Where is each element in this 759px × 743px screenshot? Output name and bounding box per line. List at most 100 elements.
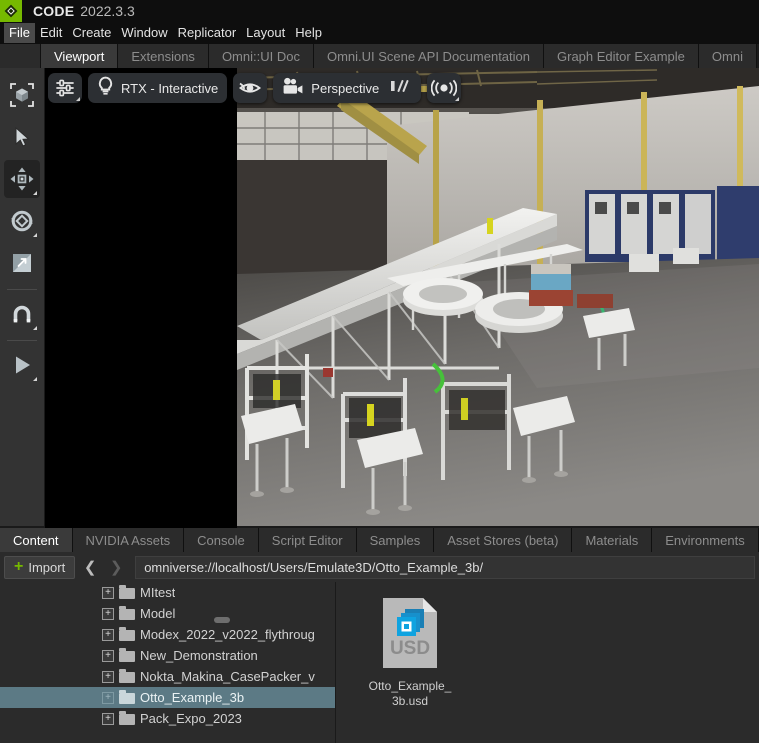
tab-omni-ui-scene-api-documentation[interactable]: Omni.UI Scene API Documentation bbox=[313, 44, 544, 68]
top-tabs-container: Viewport Extensions Omni::UI Doc Omni.UI Sc… bbox=[41, 44, 757, 68]
tree-row[interactable]: + MItest bbox=[0, 582, 335, 603]
usd-file-icon: USD bbox=[379, 596, 441, 670]
tree-row[interactable]: + Model bbox=[0, 603, 335, 624]
path-input[interactable]: omniverse://localhost/Users/Emulate3D/Ot… bbox=[135, 555, 755, 579]
viewport-tool-rail bbox=[0, 68, 45, 528]
tree-item-label: Pack_Expo_2023 bbox=[140, 711, 242, 726]
tab-omni-ui-doc[interactable]: Omni::UI Doc bbox=[208, 44, 314, 68]
menu-item-create[interactable]: Create bbox=[67, 23, 116, 43]
tab-extensions[interactable]: Extensions bbox=[118, 44, 209, 68]
tree-row[interactable]: + Modex_2022_v2022_flythroug bbox=[0, 624, 335, 645]
content-path-bar: + Import ❮ ❯ omniverse://localhost/Users… bbox=[0, 552, 759, 582]
menu-item-layout[interactable]: Layout bbox=[241, 23, 290, 43]
settings-menu-notch bbox=[76, 97, 80, 101]
viewport-3d[interactable]: RTX - Interactive Perspective bbox=[45, 68, 759, 528]
bottom-tab-samples[interactable]: Samples bbox=[356, 528, 435, 552]
rotate-icon-button[interactable] bbox=[4, 202, 40, 240]
folder-icon bbox=[119, 690, 135, 704]
expand-plus-icon[interactable]: + bbox=[102, 607, 114, 620]
folder-icon bbox=[119, 711, 135, 725]
tree-row[interactable]: + Otto_Example_3b bbox=[0, 687, 335, 708]
svg-text:USD: USD bbox=[390, 638, 430, 659]
tab-graph-editor-example[interactable]: Graph Editor Example bbox=[544, 44, 699, 68]
expand-plus-icon[interactable]: + bbox=[102, 670, 114, 683]
camera-selector[interactable]: Perspective bbox=[273, 73, 422, 103]
nav-back-button[interactable]: ❮ bbox=[79, 556, 101, 579]
tab-omni[interactable]: Omni bbox=[698, 44, 757, 68]
tool-options-corner bbox=[33, 377, 37, 381]
expand-plus-icon[interactable]: + bbox=[102, 649, 114, 662]
tree-horizontal-scrollbar[interactable] bbox=[214, 617, 230, 623]
asset-grid[interactable]: USD Otto_Example_3b.usd bbox=[336, 582, 759, 743]
folder-icon bbox=[119, 627, 135, 641]
movie-camera-icon bbox=[282, 77, 304, 100]
bottom-tab-script-editor[interactable]: Script Editor bbox=[258, 528, 357, 552]
menu-item-replicator[interactable]: Replicator bbox=[173, 23, 242, 43]
move-translate-icon-button[interactable] bbox=[4, 160, 40, 198]
expand-plus-icon[interactable]: + bbox=[102, 586, 114, 599]
bottom-tab-asset-stores-beta[interactable]: Asset Stores (beta) bbox=[434, 528, 573, 552]
tool-options-corner bbox=[33, 326, 37, 330]
tree-item-label: New_Demonstration bbox=[140, 648, 258, 663]
select-bounding-box-icon-button[interactable] bbox=[4, 76, 40, 114]
tree-row[interactable]: + Pack_Expo_2023 bbox=[0, 708, 335, 729]
menu-item-edit[interactable]: Edit bbox=[35, 23, 67, 43]
title-bar: CODE 2022.3.3 bbox=[0, 0, 759, 22]
viewport-settings-button[interactable] bbox=[48, 73, 82, 103]
menu-bar: File Edit Create Window Replicator Layout Help bbox=[0, 22, 759, 44]
play-icon-button[interactable] bbox=[4, 346, 40, 384]
viewport-visibility-button[interactable] bbox=[233, 73, 268, 103]
bottom-tab-nvidia-assets[interactable]: NVIDIA Assets bbox=[72, 528, 185, 552]
tree-row[interactable]: + New_Demonstration bbox=[0, 645, 335, 666]
tree-item-label: Modex_2022_v2022_flythroug bbox=[140, 627, 315, 642]
omniverse-diamond-logo-icon bbox=[0, 0, 22, 22]
editor-area: RTX - Interactive Perspective bbox=[0, 68, 759, 528]
expand-plus-icon[interactable]: + bbox=[102, 628, 114, 641]
bottom-tab-materials[interactable]: Materials bbox=[572, 528, 653, 552]
omniverse-code-window: CODE 2022.3.3 File Edit Create Window Replic… bbox=[0, 0, 759, 743]
viewport-toolbar: RTX - Interactive Perspective bbox=[48, 72, 462, 104]
viewport-audio-button[interactable] bbox=[427, 73, 462, 103]
tool-options-corner bbox=[33, 191, 37, 195]
folder-tree-rows: + MItest + Model + Modex_2022_v2022_flythroug… bbox=[0, 582, 335, 729]
select-cursor-icon-button[interactable] bbox=[4, 118, 40, 156]
content-browser-panel: Content NVIDIA Assets Console Script Editor… bbox=[0, 528, 759, 743]
tree-item-label: Otto_Example_3b bbox=[140, 690, 245, 705]
bottom-tab-console[interactable]: Console bbox=[184, 528, 259, 552]
top-tab-strip: Viewport Extensions Omni::UI Doc Omni.UI Sc… bbox=[0, 44, 759, 68]
menu-item-help[interactable]: Help bbox=[290, 23, 327, 43]
tree-row[interactable]: + Nokta_Makina_CasePacker_v bbox=[0, 666, 335, 687]
expand-plus-icon[interactable]: + bbox=[102, 691, 114, 704]
menu-item-window[interactable]: Window bbox=[116, 23, 172, 43]
snap-magnet-icon-button[interactable] bbox=[4, 295, 40, 333]
asset-label: Otto_Example_3b.usd bbox=[368, 679, 452, 708]
tool-rail-divider bbox=[7, 289, 37, 290]
expand-plus-icon[interactable]: + bbox=[102, 712, 114, 725]
tree-item-label: MItest bbox=[140, 585, 176, 600]
lightbulb-icon bbox=[97, 76, 114, 100]
bottom-tab-environments[interactable]: Environments bbox=[652, 528, 759, 552]
render-mode-selector[interactable]: RTX - Interactive bbox=[88, 73, 228, 103]
tool-rail-divider-2 bbox=[7, 340, 37, 341]
app-title: CODE bbox=[33, 3, 75, 19]
import-button[interactable]: + Import bbox=[4, 555, 76, 579]
bottom-tab-content[interactable]: Content bbox=[0, 528, 73, 552]
scale-icon-button[interactable] bbox=[4, 244, 40, 282]
content-browser-body: + MItest + Model + Modex_2022_v2022_flythroug… bbox=[0, 582, 759, 743]
path-text: omniverse://localhost/Users/Emulate3D/Ot… bbox=[144, 559, 484, 575]
tab-viewport[interactable]: Viewport bbox=[41, 44, 119, 68]
audio-menu-notch bbox=[455, 97, 460, 101]
viewport-rendered-scene bbox=[237, 68, 759, 528]
app-version: 2022.3.3 bbox=[80, 3, 135, 19]
viewport-black-region bbox=[45, 68, 237, 528]
plus-icon: + bbox=[14, 558, 24, 575]
folder-icon bbox=[119, 669, 135, 683]
menu-item-file[interactable]: File bbox=[4, 23, 35, 43]
tree-item-label: Nokta_Makina_CasePacker_v bbox=[140, 669, 315, 684]
tree-item-label: Model bbox=[140, 606, 176, 621]
nav-forward-button[interactable]: ❯ bbox=[105, 556, 127, 579]
asset-item[interactable]: USD Otto_Example_3b.usd bbox=[358, 596, 462, 709]
bottom-tab-strip: Content NVIDIA Assets Console Script Editor… bbox=[0, 528, 759, 552]
render-mode-label: RTX - Interactive bbox=[121, 80, 219, 96]
tool-options-corner bbox=[33, 233, 37, 237]
